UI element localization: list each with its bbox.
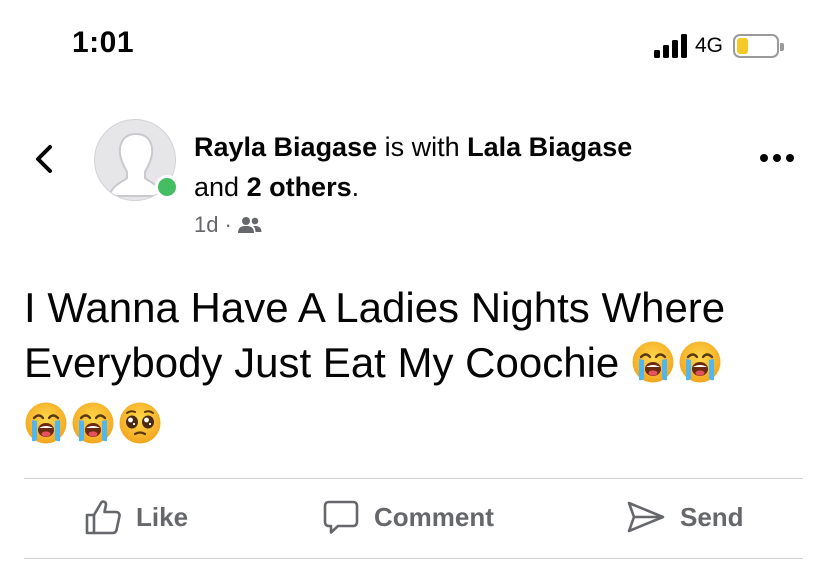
period: . [351, 172, 360, 202]
send-icon [627, 501, 665, 533]
status-indicators: 4G [654, 34, 785, 58]
others-link[interactable]: 2 others [247, 172, 352, 202]
network-type: 4G [695, 34, 724, 57]
timestamp[interactable]: 1d [194, 212, 218, 238]
post-header-line-1: Rayla Biagase is with Lala Biagase [194, 131, 632, 163]
avatar[interactable] [94, 119, 179, 203]
battery-icon [733, 34, 785, 58]
comment-button[interactable]: Comment [322, 499, 494, 535]
send-label: Send [680, 501, 744, 532]
back-button[interactable] [30, 142, 64, 176]
like-label: Like [136, 501, 189, 532]
post-line-2: Everybody Just Eat My Coochie [24, 339, 620, 386]
with-text: is with [377, 132, 468, 162]
friends-icon[interactable] [237, 216, 262, 234]
signal-icon [654, 34, 687, 58]
status-bar: 1:01 4G [0, 0, 827, 100]
send-button[interactable]: Send [626, 499, 744, 535]
loudly-crying-face-emoji [678, 340, 722, 384]
loudly-crying-face-emoji [71, 401, 115, 445]
loudly-crying-face-emoji [24, 401, 68, 445]
post-header-line-2: and 2 others. [194, 171, 359, 203]
status-time: 1:01 [72, 26, 135, 59]
pleading-face-emoji [118, 401, 162, 445]
post-screen: 1:01 4G Rayla Biagase is with Lala Biaga [0, 0, 827, 570]
more-horizontal-icon [760, 154, 768, 162]
chevron-left-icon [36, 145, 52, 173]
post-line-1: I Wanna Have A Ladies Nights Where [24, 284, 726, 331]
post-actions: Like Comment Send [24, 479, 803, 559]
more-options-button[interactable] [760, 148, 800, 168]
online-status-dot [155, 175, 179, 199]
post-text: I Wanna Have A Ladies Nights Where Every… [24, 280, 814, 451]
tagged-name[interactable]: Lala Biagase [467, 132, 632, 162]
like-button[interactable]: Like [84, 499, 188, 535]
thumbs-up-icon [85, 500, 121, 535]
and-text: and [194, 172, 247, 202]
meta-separator: · [224, 212, 232, 237]
post-meta: 1d · [194, 212, 262, 238]
loudly-crying-face-emoji [631, 340, 675, 384]
author-name[interactable]: Rayla Biagase [194, 132, 377, 162]
divider-bottom [24, 558, 803, 559]
comment-icon [323, 500, 359, 534]
comment-label: Comment [374, 501, 494, 532]
battery-level [737, 38, 749, 54]
